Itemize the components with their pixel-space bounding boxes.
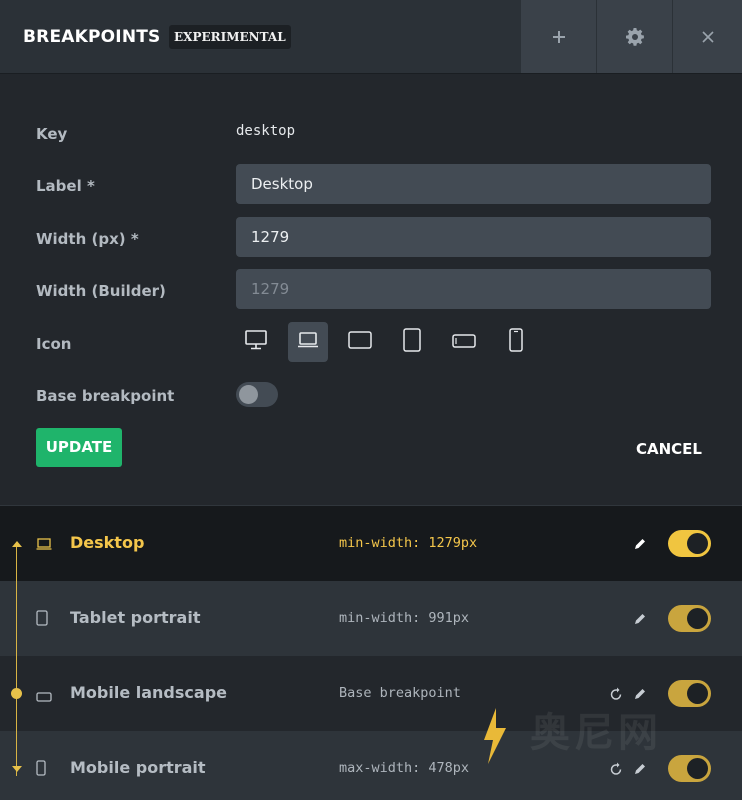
laptop-icon xyxy=(36,535,52,554)
breakpoint-name: Desktop xyxy=(70,533,145,552)
base-breakpoint-toggle[interactable] xyxy=(236,382,278,407)
edit-icon[interactable] xyxy=(633,611,647,630)
mobile-landscape-icon xyxy=(36,687,52,706)
toggle-knob xyxy=(687,533,708,554)
desktop-icon xyxy=(245,330,267,354)
edit-icon[interactable] xyxy=(633,536,647,555)
timeline-arrow-up-icon xyxy=(12,541,22,547)
breakpoint-width: min-width: 1279px xyxy=(339,535,478,551)
breakpoint-enabled-toggle[interactable] xyxy=(668,680,711,707)
breakpoint-width: min-width: 991px xyxy=(339,610,470,626)
update-button[interactable]: UPDATE xyxy=(36,428,122,467)
watermark-bolt-icon xyxy=(482,708,508,768)
label-label: Label * xyxy=(36,177,95,195)
mobile-portrait-icon xyxy=(36,760,46,780)
icon-option-tablet-portrait[interactable] xyxy=(392,322,432,362)
close-icon xyxy=(701,30,714,43)
width-builder-input[interactable]: 1279 xyxy=(236,269,711,309)
toggle-knob xyxy=(239,385,258,404)
icon-option-mobile-landscape[interactable] xyxy=(444,322,484,362)
breakpoint-row-desktop[interactable]: Desktop min-width: 1279px xyxy=(0,506,742,581)
toggle-knob xyxy=(687,608,708,629)
close-button[interactable] xyxy=(673,0,742,73)
icon-label: Icon xyxy=(36,335,72,353)
breakpoint-row-tablet-portrait[interactable]: Tablet portrait min-width: 991px xyxy=(0,581,742,656)
breakpoint-width: max-width: 478px xyxy=(339,760,470,776)
edit-icon[interactable] xyxy=(633,761,647,780)
breakpoint-enabled-toggle[interactable] xyxy=(668,530,711,557)
watermark-text: 奥尼网 xyxy=(530,710,662,756)
tablet-portrait-icon xyxy=(36,610,48,630)
icon-option-laptop[interactable] xyxy=(288,322,328,362)
label-input[interactable]: Desktop xyxy=(236,164,711,204)
breakpoint-width: Base breakpoint xyxy=(339,685,461,701)
plus-icon xyxy=(552,30,566,44)
width-input[interactable]: 1279 xyxy=(236,217,711,257)
icon-option-desktop[interactable] xyxy=(236,322,276,362)
tablet-portrait-icon xyxy=(403,328,421,356)
experimental-badge: EXPERIMENTAL xyxy=(169,25,291,49)
breakpoint-name: Mobile portrait xyxy=(70,758,206,777)
add-breakpoint-button[interactable] xyxy=(521,0,596,73)
breakpoint-enabled-toggle[interactable] xyxy=(668,755,711,782)
icon-option-tablet-landscape[interactable] xyxy=(340,322,380,362)
width-label: Width (px) * xyxy=(36,230,139,248)
icon-option-mobile-portrait[interactable] xyxy=(496,322,536,362)
panel-title: BREAKPOINTS xyxy=(23,27,161,47)
breakpoint-edit-form: Key desktop Label * Desktop Width (px) *… xyxy=(0,74,742,504)
gear-icon xyxy=(625,27,645,47)
breakpoint-name: Mobile landscape xyxy=(70,683,227,702)
settings-button[interactable] xyxy=(597,0,672,73)
toggle-knob xyxy=(687,683,708,704)
tablet-landscape-icon xyxy=(348,331,372,353)
cancel-button[interactable]: CANCEL xyxy=(636,440,702,458)
mobile-portrait-icon xyxy=(509,328,523,356)
toggle-knob xyxy=(687,758,708,779)
key-value: desktop xyxy=(236,123,296,139)
panel-header: BREAKPOINTS EXPERIMENTAL xyxy=(0,0,742,74)
mobile-landscape-icon xyxy=(452,333,476,352)
base-breakpoint-marker xyxy=(11,688,22,699)
key-label: Key xyxy=(36,125,68,143)
breakpoint-enabled-toggle[interactable] xyxy=(668,605,711,632)
base-breakpoint-label: Base breakpoint xyxy=(36,387,175,405)
width-builder-label: Width (Builder) xyxy=(36,282,166,300)
reset-icon[interactable] xyxy=(609,761,623,780)
timeline-arrow-down-icon xyxy=(12,766,22,772)
breakpoint-timeline xyxy=(16,546,17,776)
breakpoint-name: Tablet portrait xyxy=(70,608,201,627)
laptop-icon xyxy=(297,331,319,353)
